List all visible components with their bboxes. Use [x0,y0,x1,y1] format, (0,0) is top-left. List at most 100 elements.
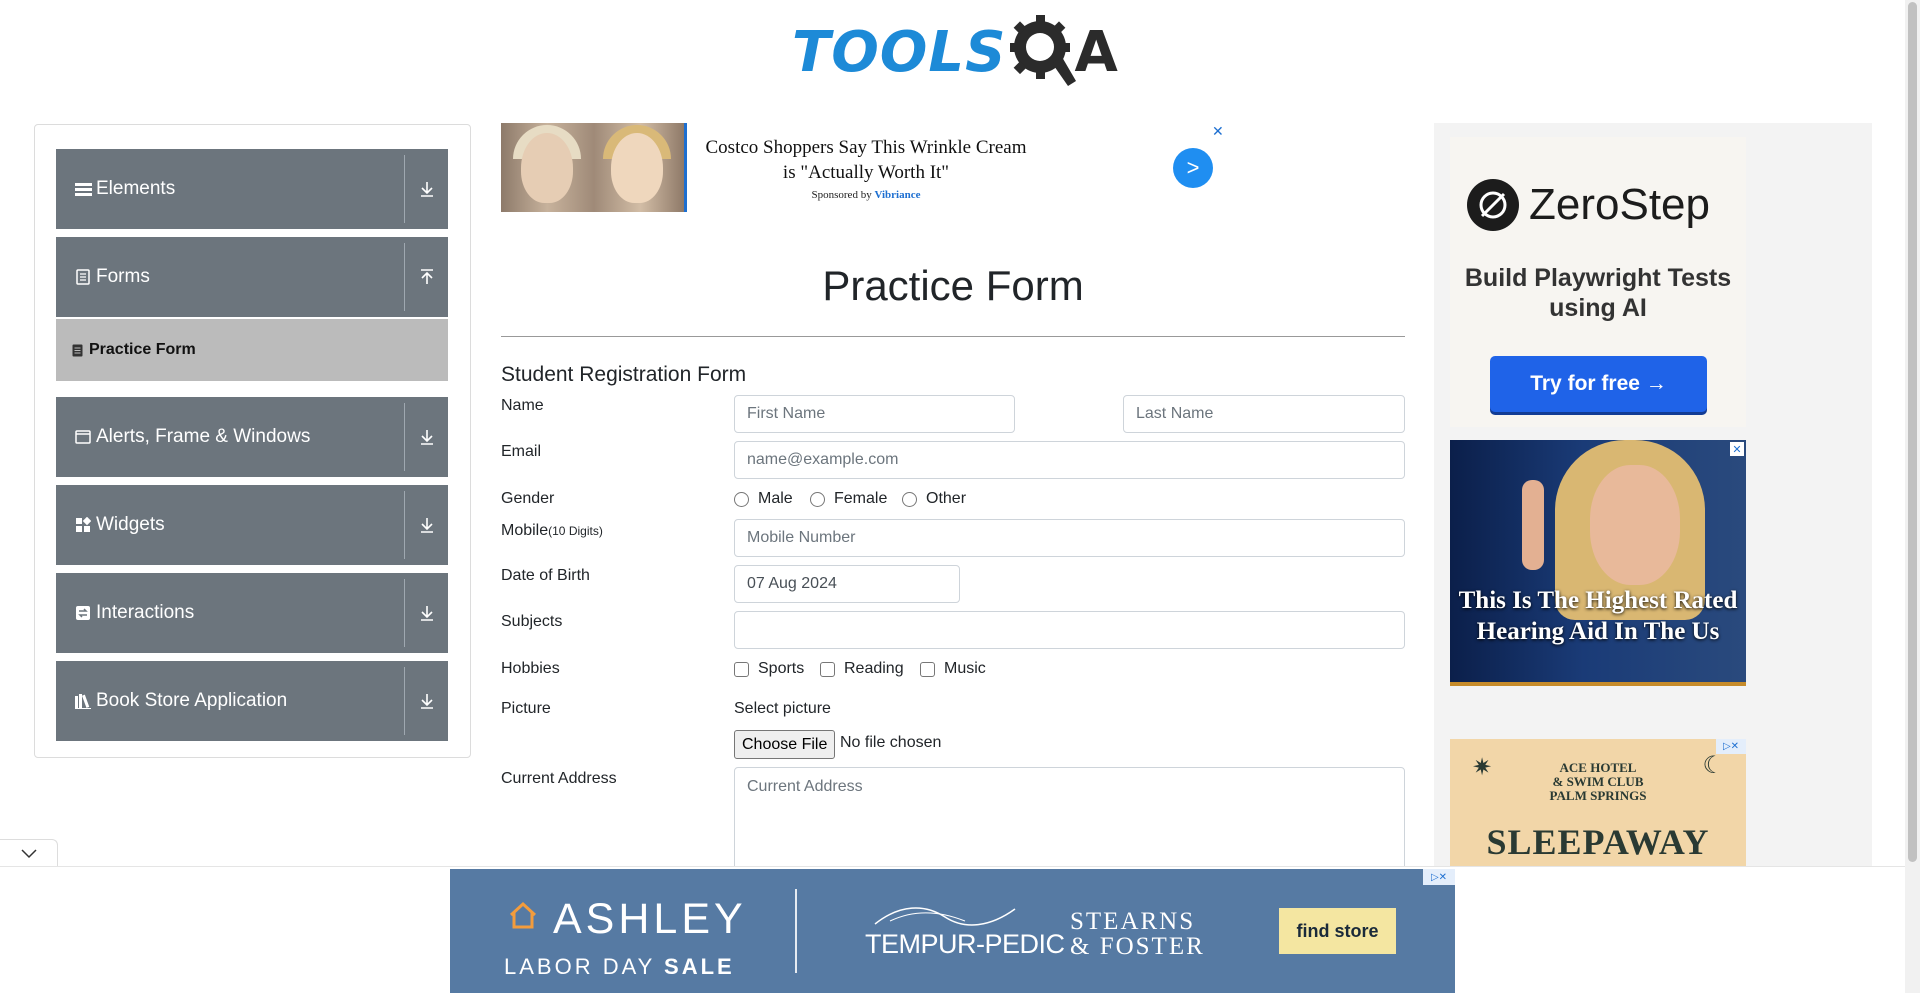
date-of-birth-input[interactable]: 07 Aug 2024 [734,565,960,603]
ad-photo [501,123,687,212]
ad-headline: Costco Shoppers Say This Wrinkle Cream i… [705,137,1027,183]
ad-close-icon[interactable]: ✕ [1730,442,1744,456]
zerostep-name: ZeroStep [1529,180,1710,229]
expand-arrow-icon[interactable] [405,661,448,741]
checkbox-label: Reading [844,660,904,677]
last-name-input[interactable]: Last Name [1123,395,1405,433]
ashley-brand: ASHLEY [553,895,747,943]
nav-group-alerts[interactable]: Alerts, Frame & Windows [56,397,448,477]
email-label: Email [501,443,542,460]
nav-group-label: Alerts, Frame & Windows [96,426,311,447]
title-divider [501,336,1405,337]
checkbox-box[interactable] [820,661,835,677]
nav-group-elements[interactable]: Elements [56,149,448,229]
ace-hotel-ad[interactable]: ✷ ☾ ACE HOTEL & SWIM CLUB PALM SPRINGS S… [1450,739,1746,883]
nav-group-book-store[interactable]: Book Store Application [56,661,448,741]
logo-letter: A [1074,19,1118,85]
sponsor-prefix: Sponsored by [811,189,872,201]
ad-divider [795,889,797,973]
expand-arrow-icon[interactable] [405,149,448,229]
gender-radio-female[interactable]: Female [810,490,887,508]
toolsqa-logo[interactable]: TOOLS A [792,14,1118,90]
address-label: Current Address [501,770,617,787]
hearing-aid-ad[interactable]: This Is The Highest Rated Hearing Aid In… [1450,440,1746,686]
zerostep-icon [1467,179,1519,231]
form-icon [72,344,83,357]
current-address-textarea[interactable]: Current Address [734,767,1405,877]
ace-title: SLEEPAWAY [1486,822,1710,862]
hearing-ad-text: This Is The Highest Rated Hearing Aid In… [1458,587,1738,645]
left-nav-panel: Elements Forms Practice Form Alerts, Fra… [34,124,471,758]
hobby-checkbox-reading[interactable]: Reading [820,660,904,678]
divider [404,579,405,647]
logo-text: TOOLS [792,19,1007,85]
page: TOOLS A Elements Forms Practice Form Ale… [0,0,1920,993]
adchoices-icon[interactable]: ▷✕ [1716,739,1746,754]
menu-item-practice-form[interactable]: Practice Form [56,319,448,381]
expand-arrow-icon[interactable] [405,485,448,565]
hobby-checkbox-sports[interactable]: Sports [734,660,804,678]
nav-group-forms[interactable]: Forms [56,237,448,317]
right-ad-column: ZeroStep Build Playwright Tests using AI… [1434,123,1872,883]
nav-group-label: Widgets [96,514,165,535]
radio-label: Other [926,490,967,507]
tempur-pedic-logo: TEMPUR-PEDIC [865,929,1065,959]
divider [404,403,405,471]
mobile-label: Mobile(10 Digits) [501,522,603,540]
try-for-free-button[interactable]: Try for free → [1490,356,1707,412]
collapse-ad-button[interactable] [0,839,58,867]
books-icon [74,692,92,710]
subjects-input[interactable] [734,611,1405,649]
radio-circle[interactable] [810,491,825,507]
gender-radio-male[interactable]: Male [734,490,793,508]
expand-arrow-icon[interactable] [405,573,448,653]
ad-close-icon[interactable]: ✕ [1212,123,1224,140]
ace-line-1: ACE HOTEL [1559,760,1637,775]
mobile-hint: (10 Digits) [548,524,603,538]
sale-prefix: LABOR DAY [504,954,655,979]
divider [404,667,405,735]
ad-sponsor: Sponsored by Vibriance [701,189,1031,201]
first-name-input[interactable]: First Name [734,395,1015,433]
hobby-checkbox-music[interactable]: Music [920,660,986,678]
picture-label: Picture [501,700,551,717]
expand-arrow-icon[interactable] [405,397,448,477]
radio-circle[interactable] [902,491,917,507]
top-banner-ad[interactable]: Costco Shoppers Say This Wrinkle Cream i… [501,123,1227,213]
email-input[interactable]: name@example.com [734,441,1405,479]
ashley-ad[interactable]: ASHLEY LABOR DAY SALE TEMPUR-PEDIC STEAR… [450,869,1455,993]
nav-group-label: Book Store Application [96,690,288,711]
checkbox-box[interactable] [920,661,935,677]
scrollbar-thumb[interactable] [1908,2,1917,862]
mobile-input[interactable]: Mobile Number [734,519,1405,557]
divider [404,155,405,223]
collapse-arrow-icon[interactable] [405,237,448,317]
nav-group-widgets[interactable]: Widgets [56,485,448,565]
adchoices-icon[interactable]: ▷✕ [1423,869,1455,885]
nav-group-label: Elements [96,178,176,199]
find-store-button[interactable]: find store [1279,908,1396,954]
form-subtitle: Student Registration Form [501,363,747,386]
file-status: No file chosen [840,734,942,751]
page-scrollbar[interactable] [1905,0,1920,993]
ace-hotel-name: ACE HOTEL & SWIM CLUB PALM SPRINGS [1450,761,1746,803]
checkbox-box[interactable] [734,661,749,677]
ace-line-2: & SWIM CLUB [1552,774,1644,789]
sale-word: SALE [664,954,735,979]
ad-go-button[interactable]: > [1173,148,1213,188]
subjects-label: Subjects [501,613,563,630]
chevron-down-icon [20,848,37,858]
checkbox-label: Music [944,660,986,677]
gender-radio-other[interactable]: Other [902,490,966,508]
nav-group-interactions[interactable]: Interactions [56,573,448,653]
select-picture-label: Select picture [734,700,831,717]
sponsor-name: Vibriance [874,189,921,201]
radio-label: Male [758,490,793,507]
gender-label: Gender [501,490,555,507]
divider [404,491,405,559]
zerostep-ad[interactable]: ZeroStep Build Playwright Tests using AI… [1450,137,1746,427]
dob-label: Date of Birth [501,567,590,584]
mobile-label-text: Mobile [501,522,549,539]
choose-file-button[interactable]: Choose File [734,730,836,759]
radio-circle[interactable] [734,491,749,507]
